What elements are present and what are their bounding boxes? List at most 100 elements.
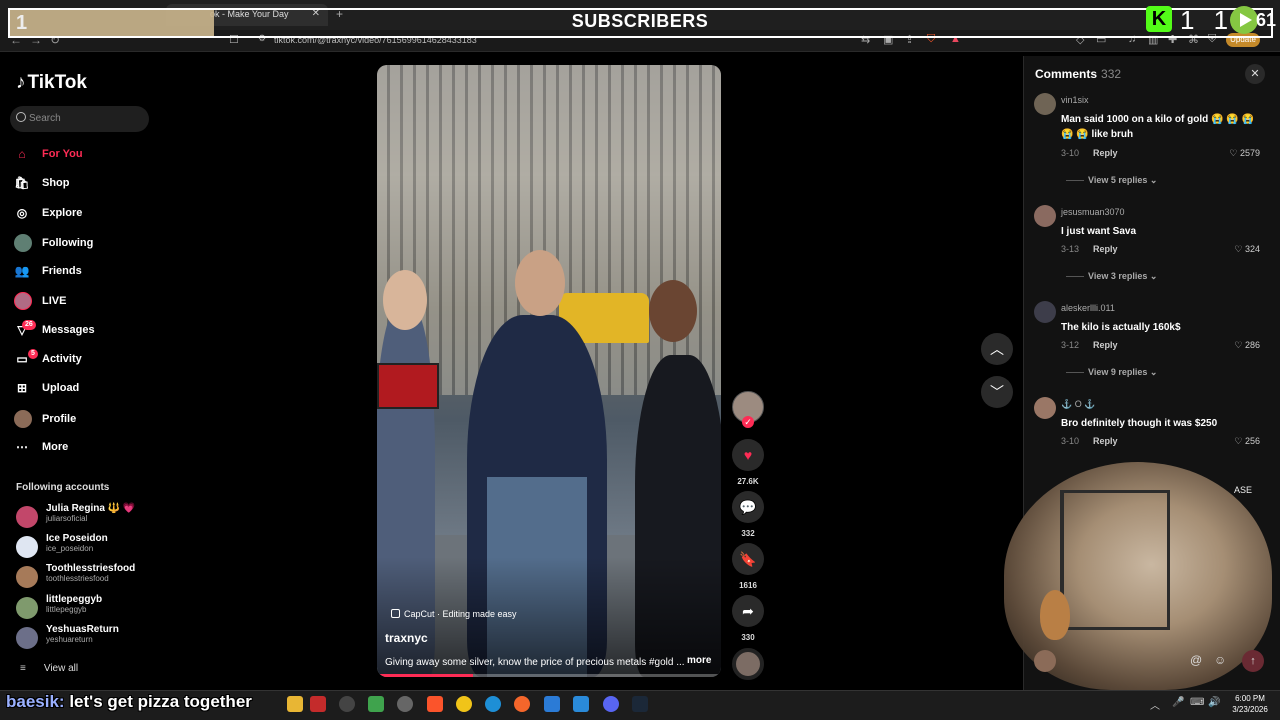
firefox-icon[interactable] [514,696,530,712]
system-clock[interactable]: 6:00 PM 3/23/2026 [1227,693,1273,715]
follow-check-icon[interactable]: ✓ [742,416,754,428]
reply-button[interactable]: Reply [1093,340,1118,350]
file-explorer-icon[interactable] [287,696,303,712]
comment-date: 3-12 [1061,340,1080,350]
more-button[interactable]: more [687,655,711,666]
video-progress-bar[interactable] [377,674,721,677]
steam-icon[interactable] [632,696,648,712]
view-replies-button[interactable]: View 9 replies ⌄ [1066,367,1157,378]
caption-user: baesik: [6,692,65,711]
app-icon[interactable] [339,696,355,712]
music-disc-icon[interactable] [732,648,764,680]
comment-date: 3-10 [1061,148,1080,158]
comment-meta: 3-10 Reply [1061,148,1118,158]
video-author[interactable]: traxnyc [385,631,428,645]
nav-more[interactable]: ⋯ More [14,439,68,455]
close-comments-icon[interactable]: ✕ [1245,64,1265,84]
rumble-count: 61 [1256,10,1277,30]
reply-button[interactable]: Reply [1093,148,1118,158]
comment-like[interactable]: ♡ 2579 [1229,148,1260,159]
microphone-icon[interactable]: 🎤 [1172,697,1184,708]
nav-friends[interactable]: 👥 Friends [14,263,82,279]
app-icon[interactable] [368,696,384,712]
comment-like-count: 256 [1244,436,1260,446]
comment-like[interactable]: ♡ 286 [1234,340,1260,351]
edge-icon[interactable] [485,696,501,712]
video-person-left-head [383,270,427,330]
avatar[interactable] [1034,301,1056,323]
like-count: 27.6K [737,477,759,486]
search-input[interactable]: Search [10,106,149,132]
nav-for-you[interactable]: ⌂ For You [14,146,83,162]
comment-like[interactable]: ♡ 324 [1234,244,1260,255]
tiktok-logo[interactable]: ♪ TikTok [16,72,87,94]
vscode-icon[interactable] [573,696,589,712]
previous-video-button[interactable]: ︿ [981,333,1013,365]
share-button[interactable]: ➦ [732,595,764,627]
nav-upload[interactable]: ⊞ Upload [14,380,79,396]
nav-following[interactable]: Following [14,234,93,252]
account-handle: littlepeggyb [46,605,87,614]
mention-icon[interactable]: @ [1190,653,1202,667]
avatar[interactable] [1034,205,1056,227]
nav-label: More [42,440,69,453]
account-name: Ice Poseidon [46,533,108,544]
reply-button[interactable]: Reply [1093,244,1118,254]
comment-user[interactable]: jesusmuan3070 [1061,207,1125,217]
avatar[interactable] [1034,397,1056,419]
view-replies-button[interactable]: View 3 replies ⌄ [1066,271,1157,282]
view-replies-button[interactable]: View 5 replies ⌄ [1066,175,1157,186]
comment-input[interactable]: @ ☺ ↑ [1034,648,1270,674]
app-icon[interactable] [544,696,560,712]
capcut-tag[interactable]: CapCut · Editing made easy [391,609,517,619]
app-icon[interactable] [310,696,326,712]
avatar [16,597,38,619]
app-icon[interactable] [397,696,413,712]
nav-shop[interactable]: 🛍 Shop [14,175,69,191]
caption-text: let's get pizza together [64,692,252,711]
comment-button[interactable]: 💬 [732,491,764,523]
nav-label: Following [42,236,94,249]
nav-profile[interactable]: Profile [14,410,76,428]
nav-activity[interactable]: ▭ Activity [14,351,81,367]
next-video-button[interactable]: ﹀ [981,376,1013,408]
volume-icon[interactable]: 🔊 [1208,697,1220,708]
avatar[interactable] [1034,93,1056,115]
capcut-icon [391,609,400,618]
comments-label: Comments [1035,67,1098,81]
bookmark-button[interactable]: 🔖 [732,543,764,575]
like-button[interactable]: ♥ [732,439,764,471]
emoji-icon[interactable]: ☺ [1214,653,1226,667]
webcam-text: ASE [1234,485,1253,495]
comment-user[interactable]: ⚓ O ⚓ [1061,399,1095,410]
profile-avatar [14,410,32,428]
nav-live[interactable]: LIVE [14,292,66,310]
shop-icon: 🛍 [14,176,30,190]
comment-text: I just want Sava [1061,226,1137,237]
comment-meta: 3-12 Reply [1061,340,1118,350]
view-all-link[interactable]: ≡ View all [20,663,78,674]
comment-text: Bro definitely though it was $250 [1061,418,1218,429]
compass-icon: ◎ [16,206,28,220]
reply-button[interactable]: Reply [1093,436,1118,446]
brave-icon[interactable] [427,696,443,712]
comment-meta: 3-13 Reply [1061,244,1118,254]
nav-label: For You [42,147,83,160]
chrome-icon[interactable] [456,696,472,712]
webcam-shelf [1060,490,1170,630]
network-icon[interactable]: ⌨ [1190,697,1204,708]
search-icon [16,112,26,122]
nav-label: Friends [42,264,82,277]
tray-chevron-icon[interactable]: ︿ [1150,697,1160,712]
video-progress-fill [377,674,474,677]
avatar [16,566,38,588]
comment-user[interactable]: aleskerllli.011 [1061,303,1115,313]
comment-user[interactable]: vin1six [1061,95,1089,105]
nav-explore[interactable]: ◎ Explore [14,205,83,221]
comment-like[interactable]: ♡ 256 [1234,436,1260,447]
discord-icon[interactable] [603,696,619,712]
video-player[interactable]: CapCut · Editing made easy traxnyc Givin… [377,65,721,677]
comment-date: 3-13 [1061,244,1080,254]
send-comment-button[interactable]: ↑ [1242,650,1264,672]
account-name: Toothlesstriesfood [46,563,136,574]
